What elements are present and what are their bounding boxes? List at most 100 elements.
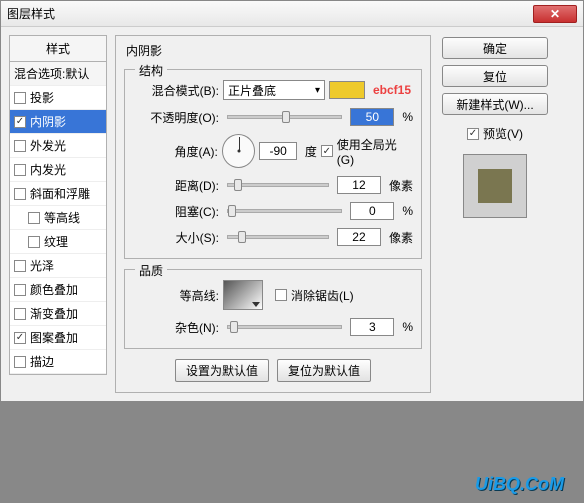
styles-list: 混合选项:默认 投影内阴影外发光内发光斜面和浮雕等高线纹理光泽颜色叠加渐变叠加图… (10, 62, 106, 374)
style-item-label: 光泽 (30, 257, 54, 274)
checkbox-icon (14, 92, 26, 104)
layer-style-window: 图层样式 ✕ 样式 混合选项:默认 投影内阴影外发光内发光斜面和浮雕等高线纹理光… (0, 0, 584, 402)
contour-picker[interactable] (223, 280, 263, 310)
angle-dial[interactable] (222, 134, 256, 168)
ok-button[interactable]: 确定 (442, 37, 548, 59)
choke-unit: % (402, 204, 413, 218)
structure-legend: 结构 (135, 62, 167, 79)
angle-unit: 度 (305, 143, 317, 160)
noise-input[interactable]: 3 (350, 318, 394, 336)
default-buttons-row: 设置为默认值 复位为默认值 (116, 359, 430, 382)
checkbox-icon (14, 116, 26, 128)
preview-checkbox[interactable]: 预览(V) (467, 125, 523, 142)
antialias-checkbox[interactable]: 消除锯齿(L) (275, 287, 354, 304)
checkbox-icon (14, 356, 26, 368)
style-item[interactable]: 颜色叠加 (10, 278, 106, 302)
checkbox-icon (14, 308, 26, 320)
preview-swatch (478, 169, 512, 203)
style-item[interactable]: 等高线 (10, 206, 106, 230)
set-default-button[interactable]: 设置为默认值 (175, 359, 269, 382)
style-item[interactable]: 内发光 (10, 158, 106, 182)
distance-unit: 像素 (389, 177, 413, 194)
choke-label: 阻塞(C): (133, 203, 219, 220)
reset-default-button[interactable]: 复位为默认值 (277, 359, 371, 382)
styles-panel: 样式 混合选项:默认 投影内阴影外发光内发光斜面和浮雕等高线纹理光泽颜色叠加渐变… (9, 35, 107, 393)
blend-mode-label: 混合模式(B): (133, 82, 219, 99)
style-item-label: 渐变叠加 (30, 305, 78, 322)
distance-row: 距离(D): 12 像素 (133, 176, 413, 194)
reset-button[interactable]: 复位 (442, 65, 548, 87)
noise-unit: % (402, 320, 413, 334)
style-item-label: 纹理 (44, 233, 68, 250)
checkbox-icon (14, 284, 26, 296)
contour-row: 等高线: 消除锯齿(L) (133, 280, 413, 310)
angle-input[interactable]: -90 (259, 142, 297, 160)
size-row: 大小(S): 22 像素 (133, 228, 413, 246)
style-item-label: 投影 (30, 89, 54, 106)
checkbox-icon (321, 145, 333, 157)
window-title: 图层样式 (7, 5, 533, 22)
style-item-label: 斜面和浮雕 (30, 185, 90, 202)
noise-slider[interactable] (227, 325, 342, 329)
close-icon: ✕ (550, 7, 560, 21)
panel-title: 内阴影 (116, 36, 430, 65)
checkbox-icon (14, 140, 26, 152)
noise-row: 杂色(N): 3 % (133, 318, 413, 336)
checkbox-icon (467, 128, 479, 140)
preview-box (463, 154, 527, 218)
styles-group: 样式 混合选项:默认 投影内阴影外发光内发光斜面和浮雕等高线纹理光泽颜色叠加渐变… (9, 35, 107, 375)
contour-label: 等高线: (133, 287, 219, 304)
choke-row: 阻塞(C): 0 % (133, 202, 413, 220)
style-item-blend-options[interactable]: 混合选项:默认 (10, 62, 106, 86)
style-item[interactable]: 渐变叠加 (10, 302, 106, 326)
size-slider[interactable] (227, 235, 329, 239)
blend-mode-combo[interactable]: 正片叠底 (223, 80, 325, 100)
new-style-button[interactable]: 新建样式(W)... (442, 93, 548, 115)
opacity-input[interactable]: 50 (350, 108, 394, 126)
close-button[interactable]: ✕ (533, 5, 577, 23)
structure-fieldset: 结构 混合模式(B): 正片叠底 ebcf15 不透明度(O): 50 % 角度… (124, 69, 422, 259)
color-note: ebcf15 (373, 83, 411, 97)
style-item[interactable]: 内阴影 (10, 110, 106, 134)
style-item[interactable]: 纹理 (10, 230, 106, 254)
color-swatch[interactable] (329, 81, 365, 99)
noise-label: 杂色(N): (133, 319, 219, 336)
checkbox-icon (14, 332, 26, 344)
style-item-label: 颜色叠加 (30, 281, 78, 298)
choke-slider[interactable] (227, 209, 342, 213)
style-item[interactable]: 外发光 (10, 134, 106, 158)
global-light-checkbox[interactable]: 使用全局光(G) (321, 136, 413, 167)
style-item-label: 内发光 (30, 161, 66, 178)
size-unit: 像素 (389, 229, 413, 246)
checkbox-icon (14, 164, 26, 176)
size-label: 大小(S): (133, 229, 219, 246)
style-item-label: 外发光 (30, 137, 66, 154)
preview-label: 预览(V) (483, 125, 523, 142)
settings-panel: 内阴影 结构 混合模式(B): 正片叠底 ebcf15 不透明度(O): 50 … (115, 35, 431, 393)
opacity-unit: % (402, 110, 413, 124)
style-item[interactable]: 图案叠加 (10, 326, 106, 350)
checkbox-icon (14, 260, 26, 272)
quality-legend: 品质 (135, 262, 167, 279)
style-item[interactable]: 斜面和浮雕 (10, 182, 106, 206)
style-item[interactable]: 投影 (10, 86, 106, 110)
checkbox-icon (28, 236, 40, 248)
checkbox-icon (14, 188, 26, 200)
style-item-label: 图案叠加 (30, 329, 78, 346)
angle-row: 角度(A): -90 度 使用全局光(G) (133, 134, 413, 168)
style-item[interactable]: 光泽 (10, 254, 106, 278)
distance-input[interactable]: 12 (337, 176, 381, 194)
distance-slider[interactable] (227, 183, 329, 187)
opacity-label: 不透明度(O): (133, 109, 219, 126)
distance-label: 距离(D): (133, 177, 219, 194)
choke-input[interactable]: 0 (350, 202, 394, 220)
size-input[interactable]: 22 (337, 228, 381, 246)
watermark: UiBQ.CoM (475, 474, 564, 495)
style-item-label: 等高线 (44, 209, 80, 226)
style-item-label: 混合选项:默认 (14, 65, 89, 82)
style-item-label: 内阴影 (30, 113, 66, 130)
style-item[interactable]: 描边 (10, 350, 106, 374)
titlebar: 图层样式 ✕ (1, 1, 583, 27)
opacity-slider[interactable] (227, 115, 342, 119)
right-panel: 确定 复位 新建样式(W)... 预览(V) (439, 35, 551, 393)
